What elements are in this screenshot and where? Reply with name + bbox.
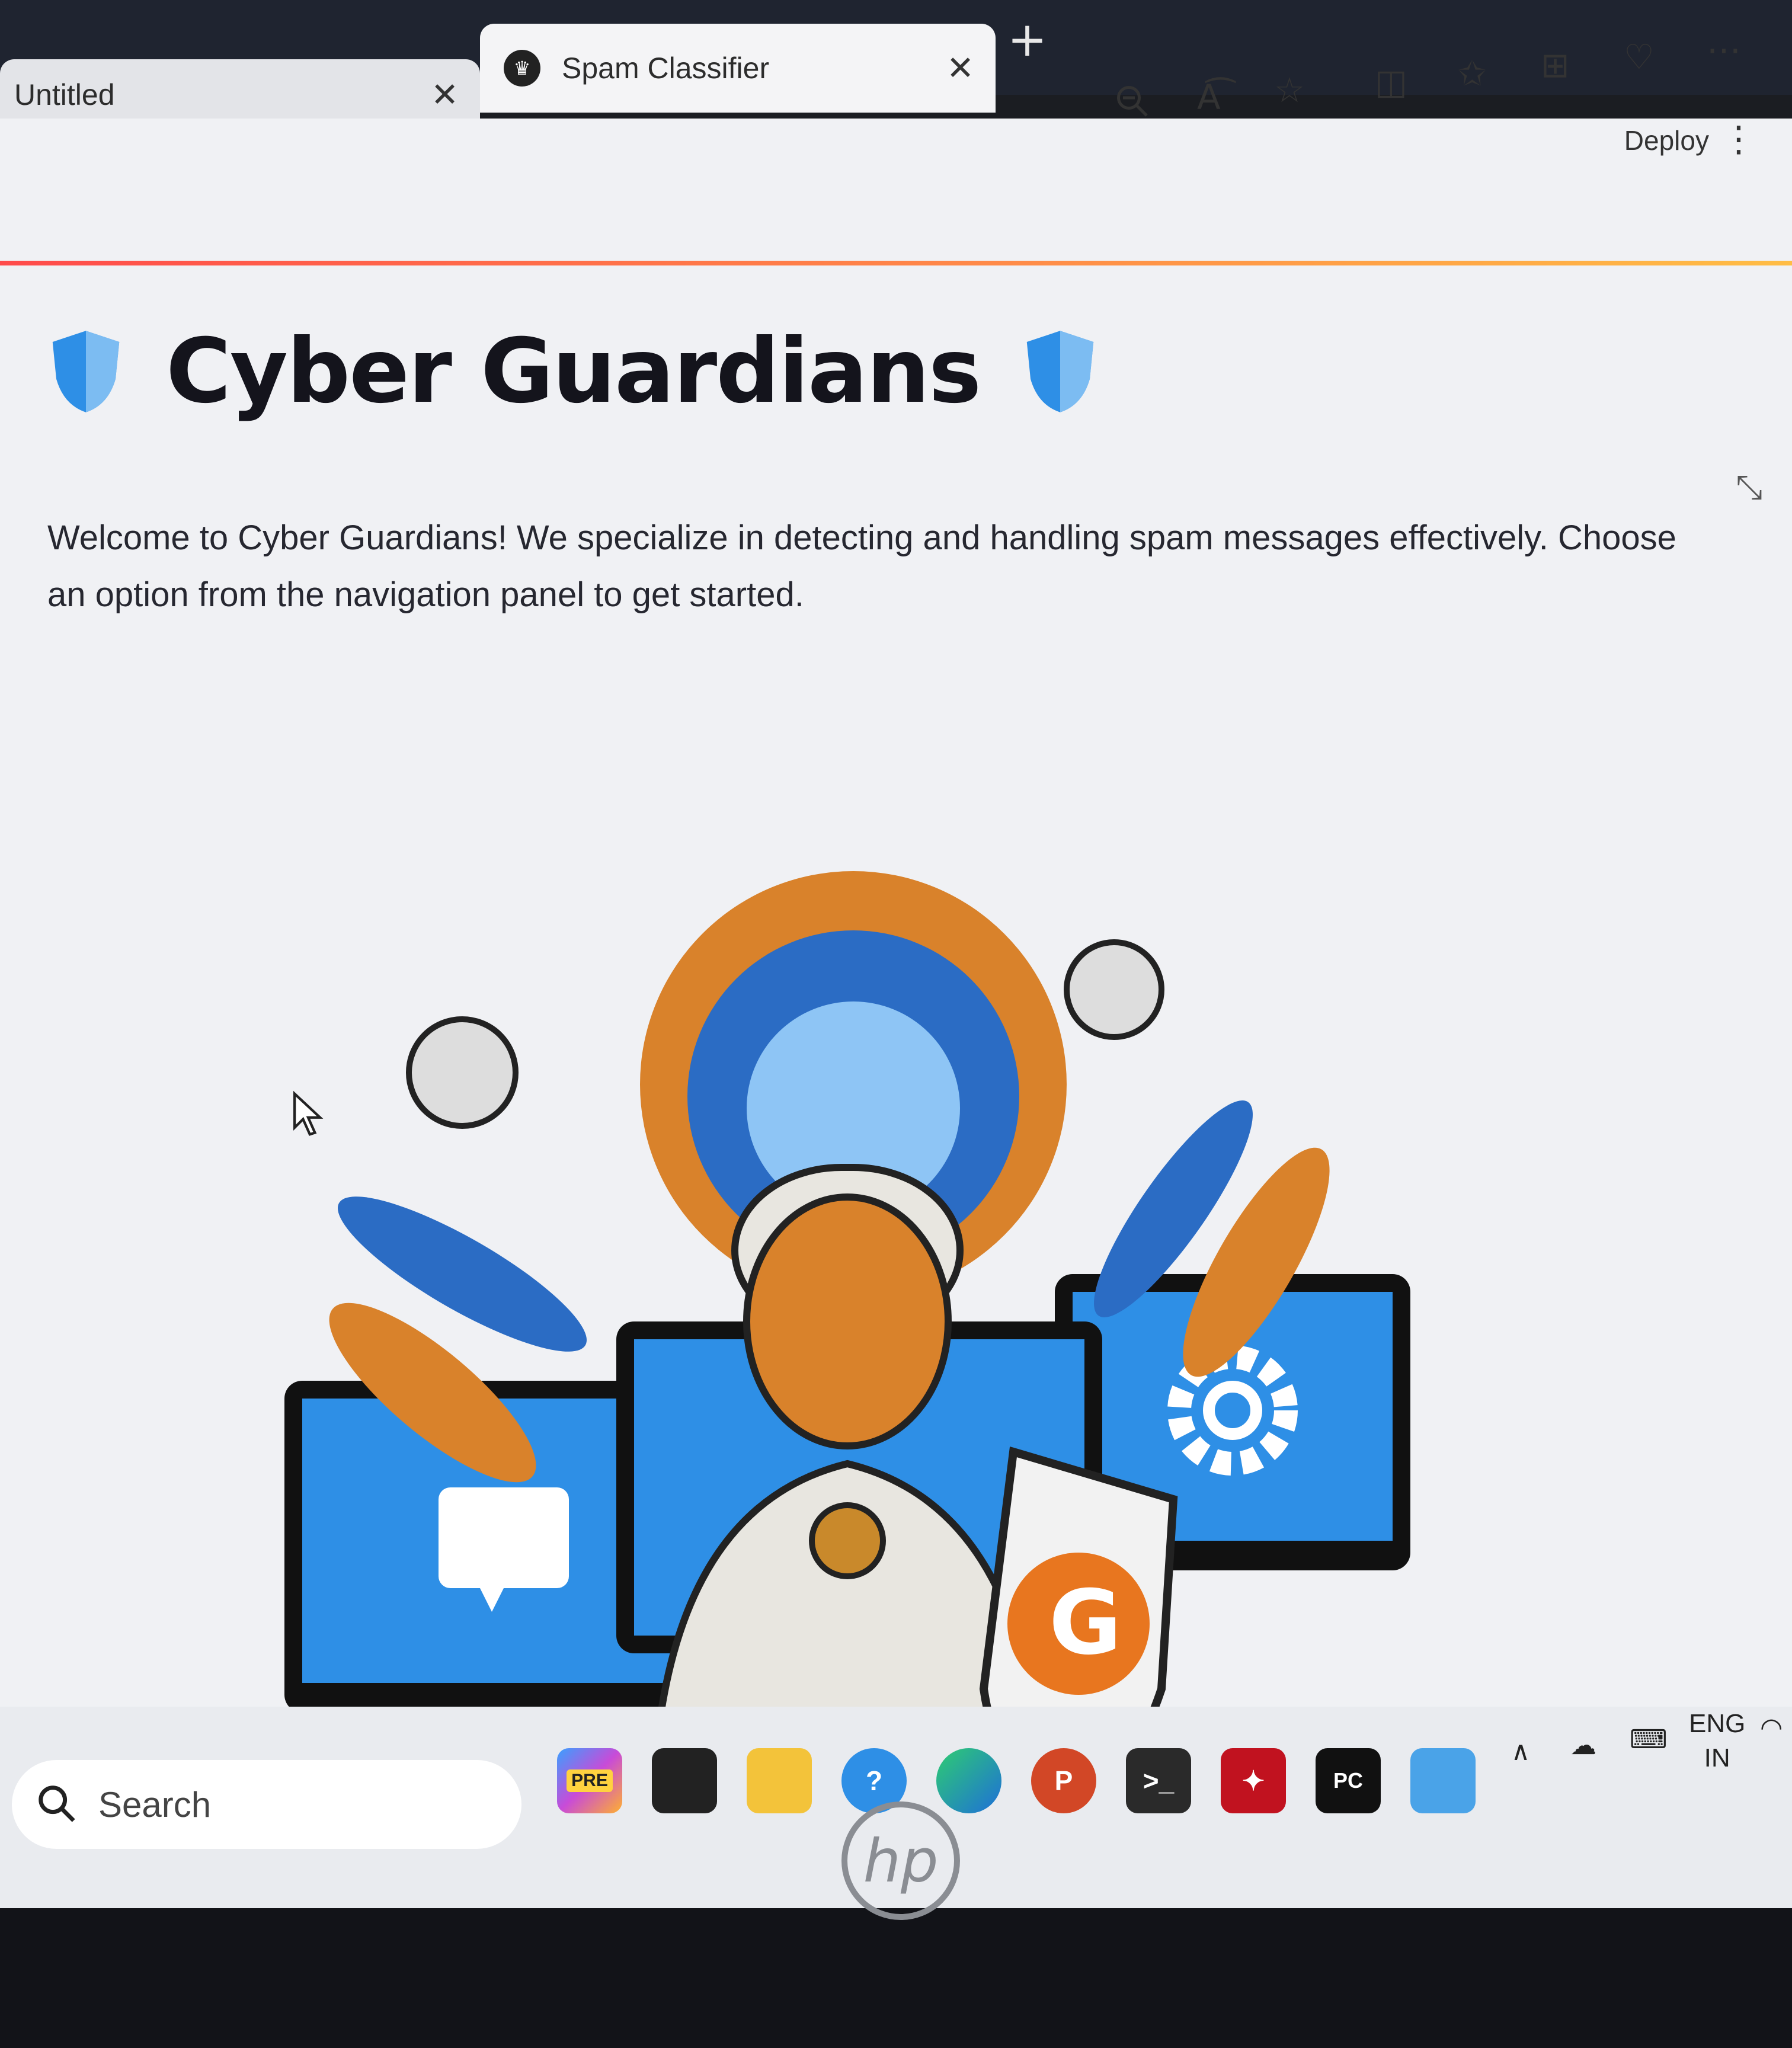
crown-icon: ♛: [504, 50, 540, 87]
title-row: Cyber Guardians: [47, 320, 1099, 423]
close-icon[interactable]: ✕: [946, 49, 974, 88]
zoom-out-icon[interactable]: [1114, 83, 1150, 127]
favorite-star-icon[interactable]: ☆: [1274, 70, 1305, 110]
pycharm-icon[interactable]: PC: [1316, 1748, 1381, 1813]
fullscreen-icon[interactable]: ⤡: [1736, 468, 1762, 507]
onedrive-icon[interactable]: ☁: [1570, 1730, 1596, 1761]
chevron-up-icon[interactable]: ∧: [1511, 1736, 1530, 1767]
edge-icon[interactable]: [936, 1748, 1001, 1813]
new-tab-icon[interactable]: +: [1007, 12, 1047, 67]
svg-text:G: G: [1049, 1572, 1122, 1675]
laptop-bezel: [0, 1908, 1792, 2048]
health-icon[interactable]: ♡: [1624, 37, 1655, 77]
copilot-icon[interactable]: PRE: [557, 1748, 622, 1813]
intro-text: Welcome to Cyber Guardians! We specializ…: [47, 519, 1676, 614]
tab-label: Spam Classifier: [562, 52, 770, 85]
wifi-icon[interactable]: ◠: [1760, 1713, 1783, 1743]
read-aloud-icon[interactable]: A͡: [1197, 77, 1221, 117]
deploy-button[interactable]: Deploy: [1624, 124, 1709, 156]
tab-label: Untitled: [14, 78, 115, 111]
acrobat-icon[interactable]: ✦: [1221, 1748, 1286, 1813]
split-screen-icon[interactable]: ◫: [1375, 62, 1407, 102]
hero-illustration: G: [284, 871, 1410, 1843]
powerpoint-icon[interactable]: P: [1031, 1748, 1096, 1813]
language-indicator[interactable]: ENG IN: [1689, 1707, 1745, 1775]
collections-icon[interactable]: ⊞: [1541, 45, 1570, 85]
main-menu-icon[interactable]: ⋮: [1721, 119, 1756, 160]
favorites-icon[interactable]: ✩: [1458, 53, 1487, 94]
copilot-badge: PRE: [567, 1769, 613, 1792]
streamlit-page: A͡ ☆ ◫ ✩ ⊞ ♡ ⋯ Deploy ⋮ Cyber Guardians …: [0, 30, 1792, 1843]
mouse-cursor-icon: [293, 1090, 324, 1136]
tab-spam-classifier[interactable]: ♛ Spam Classifier ✕: [480, 24, 996, 113]
file-explorer-icon[interactable]: [747, 1748, 812, 1813]
hp-logo-icon: hp: [841, 1801, 960, 1920]
header-decoration: [0, 261, 1792, 265]
taskbar-search[interactable]: Search: [12, 1760, 521, 1849]
keyboard-icon[interactable]: ⌨: [1630, 1724, 1668, 1755]
task-view-icon[interactable]: [652, 1748, 717, 1813]
lang-line2: IN: [1704, 1743, 1730, 1772]
search-icon: [36, 1783, 77, 1826]
shield-icon: [52, 331, 120, 412]
close-icon[interactable]: ✕: [431, 76, 459, 114]
shield-icon: [1027, 331, 1094, 412]
pycharm-label: PC: [1333, 1768, 1363, 1793]
page-title: Cyber Guardians: [166, 320, 981, 423]
notepad-icon[interactable]: [1410, 1748, 1476, 1813]
search-label: Search: [98, 1784, 212, 1825]
browser-toolbar: A͡ ☆ ◫ ✩ ⊞ ♡ ⋯: [0, 30, 1792, 178]
lang-line1: ENG: [1689, 1709, 1746, 1738]
terminal-icon[interactable]: >_: [1126, 1748, 1191, 1813]
tab-strip: Untitled ✕ ♛ Spam Classifier ✕ +: [0, 0, 1792, 130]
more-icon[interactable]: ⋯: [1707, 30, 1741, 70]
powerpoint-label: P: [1054, 1765, 1073, 1796]
